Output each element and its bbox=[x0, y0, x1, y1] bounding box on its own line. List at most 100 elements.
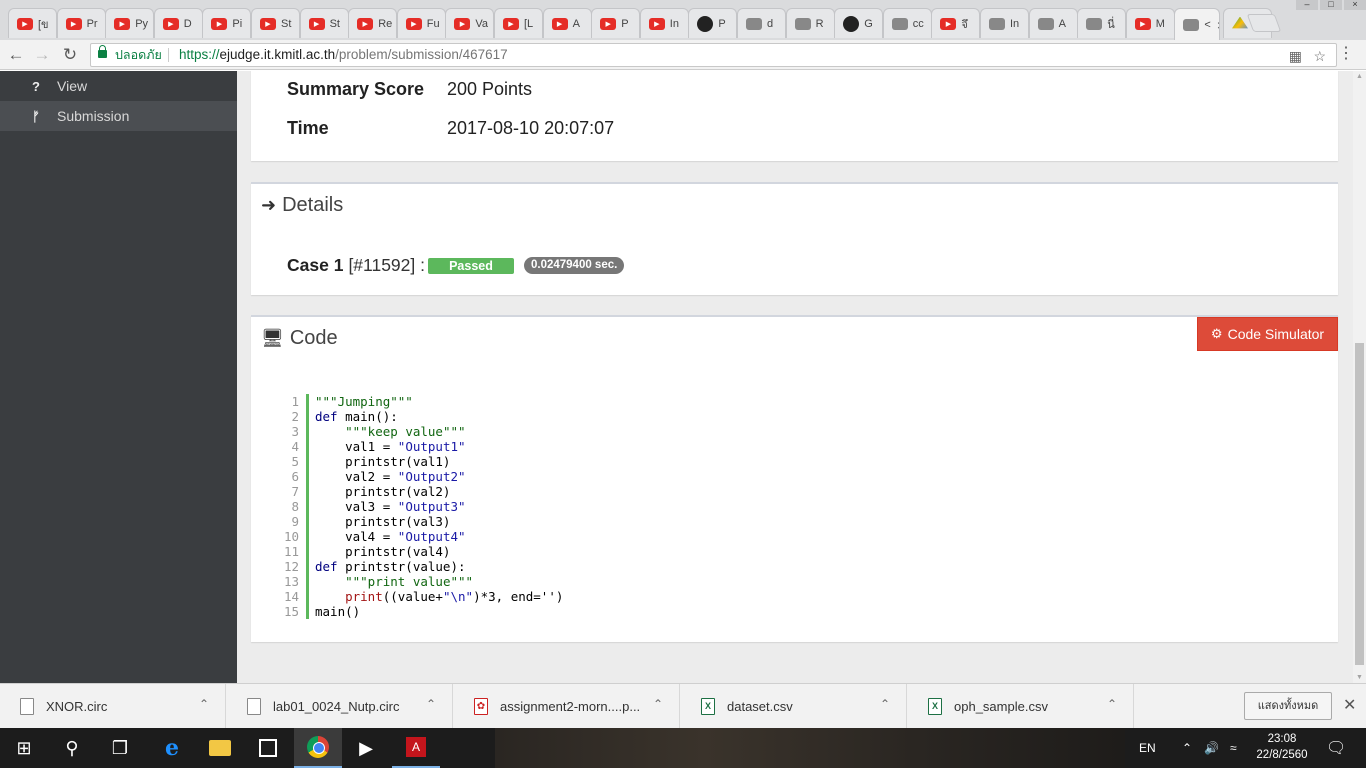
browser-tab[interactable]: <× bbox=[1174, 8, 1221, 40]
edge-icon[interactable]: e bbox=[148, 728, 196, 768]
excel-file-icon: X bbox=[701, 698, 715, 715]
scroll-up-icon[interactable]: ▲ bbox=[1356, 73, 1363, 80]
browser-tab[interactable]: G bbox=[834, 8, 884, 38]
source-code: """Jumping""" def main(): """keep value""… bbox=[315, 394, 564, 619]
tab-title: Re bbox=[378, 17, 393, 30]
line-number: 7 bbox=[291, 484, 299, 499]
chevron-up-icon[interactable]: ⌃ bbox=[199, 697, 209, 711]
scrollbar-thumb[interactable] bbox=[1355, 343, 1364, 665]
acrobat-icon[interactable]: A bbox=[392, 728, 440, 768]
sidebar-item-view[interactable]: ? View bbox=[0, 71, 237, 101]
new-tab-button[interactable] bbox=[1246, 14, 1282, 32]
scroll-down-icon[interactable]: ▼ bbox=[1356, 674, 1363, 681]
browser-tab[interactable]: M bbox=[1125, 8, 1175, 38]
download-filename: lab01_0024_Nutp.circ bbox=[273, 699, 400, 714]
chevron-up-icon[interactable]: ⌃ bbox=[1107, 697, 1117, 711]
back-button[interactable]: ← bbox=[6, 45, 26, 65]
maximize-button[interactable]: □ bbox=[1320, 0, 1342, 10]
browser-tab[interactable]: R bbox=[785, 8, 835, 38]
bookmark-star-icon[interactable]: ☆ bbox=[1313, 45, 1326, 67]
minimize-button[interactable]: – bbox=[1296, 0, 1318, 10]
wifi-icon[interactable]: ≈ bbox=[1230, 728, 1237, 768]
close-window-button[interactable]: × bbox=[1344, 0, 1366, 10]
line-number: 14 bbox=[283, 589, 299, 604]
page-scrollbar[interactable]: ▲ ▼ bbox=[1353, 71, 1366, 683]
search-icon[interactable]: ⚲ bbox=[48, 728, 96, 768]
forward-button[interactable]: → bbox=[32, 45, 52, 65]
status-badge: Passed bbox=[427, 257, 514, 274]
download-filename: dataset.csv bbox=[727, 699, 793, 714]
browser-tab[interactable]: P bbox=[591, 8, 641, 38]
download-filename: assignment2-morn....p... bbox=[500, 699, 641, 714]
case-label: Case 1 bbox=[287, 255, 344, 275]
browser-tab[interactable]: A bbox=[1028, 8, 1078, 38]
youtube-icon bbox=[1134, 17, 1151, 30]
github-icon bbox=[697, 15, 714, 32]
taskbar-background bbox=[495, 728, 1125, 768]
tab-title: Py bbox=[135, 17, 149, 30]
chrome-icon[interactable] bbox=[294, 728, 342, 768]
address-bar[interactable]: ปลอดภัย https://ejudge.it.kmitl.ac.th/pr… bbox=[90, 43, 1337, 67]
notifications-icon[interactable]: 🗨 bbox=[1326, 728, 1346, 768]
browser-tab[interactable]: St bbox=[251, 8, 300, 38]
download-item[interactable]: ✿ assignment2-morn....p... ⌃ bbox=[454, 684, 680, 729]
reload-button[interactable]: ↻ bbox=[60, 45, 80, 65]
browser-tab[interactable]: cc bbox=[882, 8, 932, 38]
task-view-icon[interactable]: ❐ bbox=[96, 728, 144, 768]
url-path: /problem/submission/467617 bbox=[335, 47, 508, 62]
file-explorer-icon[interactable] bbox=[196, 728, 244, 768]
tray-chevron-icon[interactable]: ⌃ bbox=[1182, 728, 1192, 768]
close-shelf-icon[interactable]: ✕ bbox=[1343, 695, 1356, 715]
browser-tab[interactable]: d bbox=[737, 8, 786, 38]
line-numbers: 1 2 3 4 5 6 7 8 9 10 11 12 13 14 15 bbox=[281, 394, 299, 619]
browser-tab[interactable]: St bbox=[299, 8, 349, 38]
browser-tab[interactable]: A bbox=[542, 8, 592, 38]
chevron-up-icon[interactable]: ⌃ bbox=[880, 697, 890, 711]
case-id: [#11592] : bbox=[348, 255, 425, 275]
download-item[interactable]: lab01_0024_Nutp.circ ⌃ bbox=[227, 684, 453, 729]
browser-tab[interactable]: P bbox=[688, 8, 738, 38]
store-icon[interactable] bbox=[244, 728, 292, 768]
time-value: 2017-08-10 20:07:07 bbox=[447, 118, 615, 138]
page-icon bbox=[891, 17, 908, 30]
download-item[interactable]: XNOR.circ ⌃ bbox=[0, 684, 226, 729]
browser-tab[interactable]: Fu bbox=[396, 8, 446, 38]
browser-tab[interactable]: Va bbox=[445, 8, 495, 38]
system-clock[interactable]: 23:08 22/8/2560 bbox=[1252, 731, 1312, 763]
browser-tab[interactable]: In bbox=[639, 8, 689, 38]
code-simulator-button[interactable]: ⚙ Code Simulator bbox=[1197, 317, 1338, 351]
page-icon bbox=[1037, 17, 1054, 30]
browser-tab[interactable]: D bbox=[153, 8, 203, 38]
clock-date: 22/8/2560 bbox=[1256, 749, 1308, 761]
browser-tab[interactable]: In bbox=[980, 8, 1029, 38]
windows-taskbar: ⊞ ⚲ ❐ e ▶ A EN ⌃ 🔊 ≈ 23:08 22/8/2560 🗨 bbox=[0, 728, 1366, 768]
clock-time: 23:08 bbox=[1267, 733, 1297, 745]
browser-menu-icon[interactable]: ⋮ bbox=[1338, 45, 1354, 63]
browser-tab[interactable]: Pr bbox=[56, 8, 106, 38]
language-indicator[interactable]: EN bbox=[1139, 728, 1156, 768]
browser-tab[interactable]: Py bbox=[105, 8, 155, 38]
windows-start-icon[interactable]: ⊞ bbox=[0, 728, 48, 768]
browser-tab[interactable]: จึ bbox=[931, 8, 981, 38]
chevron-up-icon[interactable]: ⌃ bbox=[426, 697, 436, 711]
media-player-icon[interactable]: ▶ bbox=[342, 728, 390, 768]
url-text[interactable]: https://ejudge.it.kmitl.ac.th/problem/su… bbox=[179, 44, 508, 66]
browser-tab[interactable]: [L bbox=[494, 8, 543, 38]
sign-in-icon: ➜ bbox=[261, 195, 277, 215]
volume-icon[interactable]: 🔊 bbox=[1204, 728, 1219, 768]
chevron-up-icon[interactable]: ⌃ bbox=[653, 697, 663, 711]
download-item[interactable]: Xdataset.csv ⌃ bbox=[681, 684, 907, 729]
browser-tab[interactable]: นี่ bbox=[1077, 8, 1127, 38]
translate-icon[interactable]: ▦ bbox=[1289, 45, 1302, 67]
youtube-icon bbox=[551, 17, 568, 30]
close-tab-icon[interactable]: × bbox=[1217, 17, 1220, 33]
show-all-downloads-button[interactable]: แสดงทั้งหมด bbox=[1244, 692, 1332, 720]
browser-tab[interactable]: Pi bbox=[202, 8, 252, 38]
browser-tab[interactable]: [ข bbox=[8, 8, 57, 38]
browser-tab[interactable]: Re bbox=[348, 8, 398, 38]
tab-title: จึ bbox=[961, 18, 968, 31]
download-item[interactable]: Xoph_sample.csv ⌃ bbox=[908, 684, 1134, 729]
sidebar-item-submission[interactable]: ᚠ Submission bbox=[0, 101, 237, 131]
tab-title: St bbox=[329, 17, 340, 30]
gears-icon: ⚙ bbox=[1210, 326, 1223, 341]
